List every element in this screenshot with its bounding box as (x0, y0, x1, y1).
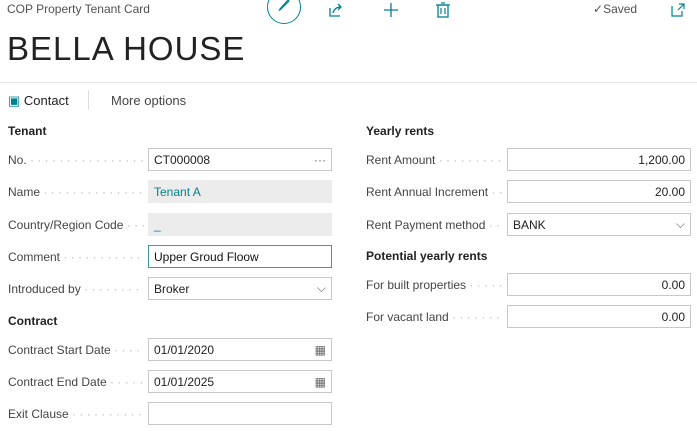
more-options-action[interactable]: More options (111, 93, 186, 108)
end-date-input[interactable]: 01/01/2025 ▦ (148, 370, 332, 393)
add-icon (383, 2, 399, 23)
name-label: Name (8, 185, 144, 201)
country-field: _ (148, 213, 332, 236)
rent-amount-label: Rent Amount (366, 153, 502, 169)
calendar-icon[interactable]: ▦ (315, 343, 326, 357)
chevron-down-icon: ⌵ (316, 281, 326, 295)
page-caption: COP Property Tenant Card (7, 2, 150, 16)
saved-status: ✓Saved (593, 2, 638, 16)
contact-card-icon: ▣ (8, 93, 21, 108)
lookup-ellipsis-icon[interactable]: ··· (314, 153, 326, 167)
open-new-window-icon (671, 2, 685, 22)
delete-icon (436, 1, 450, 23)
comment-label: Comment (8, 250, 144, 266)
country-label: Country/Region Code (8, 218, 144, 234)
name-field: Tenant A (148, 180, 332, 203)
start-date-label: Contract Start Date (8, 343, 144, 359)
new-button[interactable] (377, 0, 405, 24)
end-date-label: Contract End Date (8, 375, 144, 391)
exit-clause-input[interactable] (148, 402, 332, 425)
rent-amount-input[interactable]: 1,200.00 (507, 148, 691, 171)
open-new-window-button[interactable] (664, 0, 692, 24)
contract-heading: Contract (8, 314, 58, 328)
introduced-select[interactable]: Broker ⌵ (148, 277, 332, 300)
delete-button[interactable] (429, 0, 457, 24)
chevron-down-icon: ⌵ (675, 217, 685, 231)
page-title: BELLA HOUSE (7, 30, 246, 67)
calendar-icon[interactable]: ▦ (315, 375, 326, 389)
potential-rents-heading: Potential yearly rents (366, 249, 488, 263)
checkmark-icon: ✓ (593, 2, 604, 16)
built-properties-input[interactable]: 0.00 (507, 273, 691, 296)
edit-icon (277, 0, 291, 17)
no-field[interactable]: CT000008 ··· (148, 148, 332, 171)
introduced-label: Introduced by (8, 282, 144, 298)
share-button[interactable] (322, 0, 350, 24)
payment-method-label: Rent Payment method (366, 218, 502, 234)
exit-clause-label: Exit Clause (8, 407, 144, 423)
no-label: No. (8, 153, 144, 169)
rent-increment-label: Rent Annual Increment (366, 185, 502, 201)
vacant-land-label: For vacant land (366, 310, 502, 326)
vacant-land-input[interactable]: 0.00 (507, 305, 691, 328)
edit-button[interactable] (267, 0, 301, 24)
built-properties-label: For built properties (366, 278, 502, 294)
share-icon (328, 2, 344, 23)
divider (0, 82, 697, 83)
start-date-input[interactable]: 01/01/2020 ▦ (148, 338, 332, 361)
comment-input[interactable]: Upper Groud Floow (148, 245, 332, 268)
contact-action[interactable]: ▣ Contact (8, 93, 69, 109)
action-separator (88, 90, 89, 110)
yearly-rents-heading: Yearly rents (366, 124, 435, 138)
tenant-heading: Tenant (8, 124, 47, 138)
rent-increment-input[interactable]: 20.00 (507, 180, 691, 203)
payment-method-select[interactable]: BANK ⌵ (507, 213, 691, 236)
